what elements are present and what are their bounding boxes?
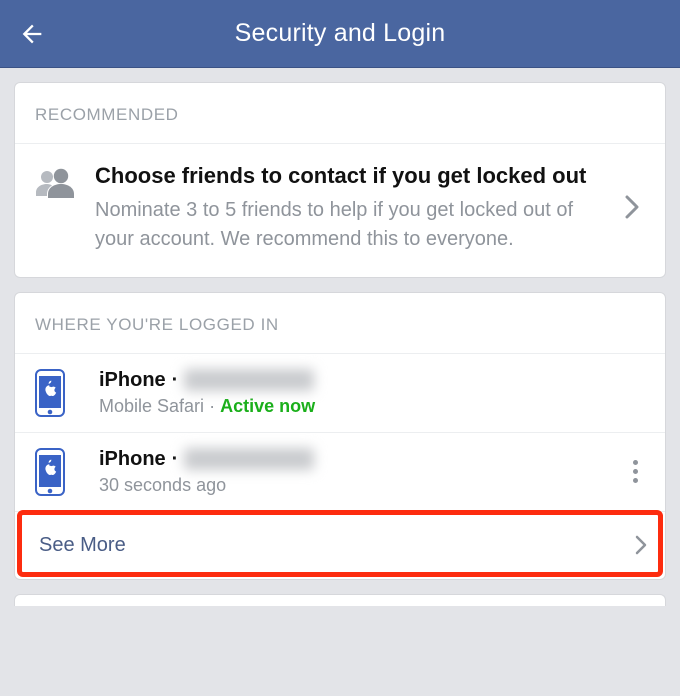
separator: ·	[172, 448, 179, 471]
redacted-location	[184, 369, 314, 391]
chevron-right-icon	[635, 535, 647, 555]
see-more-label: See More	[39, 534, 126, 557]
recommended-section-label: RECOMMENDED	[15, 83, 665, 144]
recommended-text: Choose friends to contact if you get loc…	[95, 162, 625, 253]
separator: ·	[209, 396, 215, 416]
session-row[interactable]: iPhone · Mobile Safari · Active now	[15, 354, 665, 433]
friends-icon	[35, 166, 77, 204]
header-bar: Security and Login	[0, 0, 680, 68]
back-button[interactable]	[18, 20, 46, 48]
logged-in-section-label: WHERE YOU'RE LOGGED IN	[15, 293, 665, 354]
phone-icon	[35, 369, 71, 417]
session-text: iPhone · 30 seconds ago	[99, 448, 623, 496]
next-card-peek	[14, 594, 666, 606]
recommended-subtitle: Nominate 3 to 5 friends to help if you g…	[95, 196, 615, 253]
recommended-card: RECOMMENDED Choose friends to contact if…	[14, 82, 666, 278]
session-status-active: Active now	[220, 396, 315, 416]
see-more-button[interactable]: See More	[15, 512, 665, 579]
recommended-title: Choose friends to contact if you get loc…	[95, 162, 615, 190]
trusted-contacts-row[interactable]: Choose friends to contact if you get loc…	[15, 144, 665, 277]
session-browser: Mobile Safari	[99, 396, 204, 416]
session-more-button[interactable]	[623, 452, 647, 491]
chevron-right-icon	[625, 195, 649, 219]
session-row[interactable]: iPhone · 30 seconds ago	[15, 433, 665, 512]
separator: ·	[172, 369, 179, 392]
session-device: iPhone	[99, 369, 166, 392]
arrow-left-icon	[18, 20, 46, 48]
phone-icon	[35, 448, 71, 496]
logged-in-card: WHERE YOU'RE LOGGED IN iPhone · Mobile S…	[14, 292, 666, 580]
session-time: 30 seconds ago	[99, 475, 226, 495]
session-text: iPhone · Mobile Safari · Active now	[99, 369, 647, 417]
redacted-location	[184, 448, 314, 470]
page-title: Security and Login	[0, 19, 680, 48]
session-device: iPhone	[99, 448, 166, 471]
